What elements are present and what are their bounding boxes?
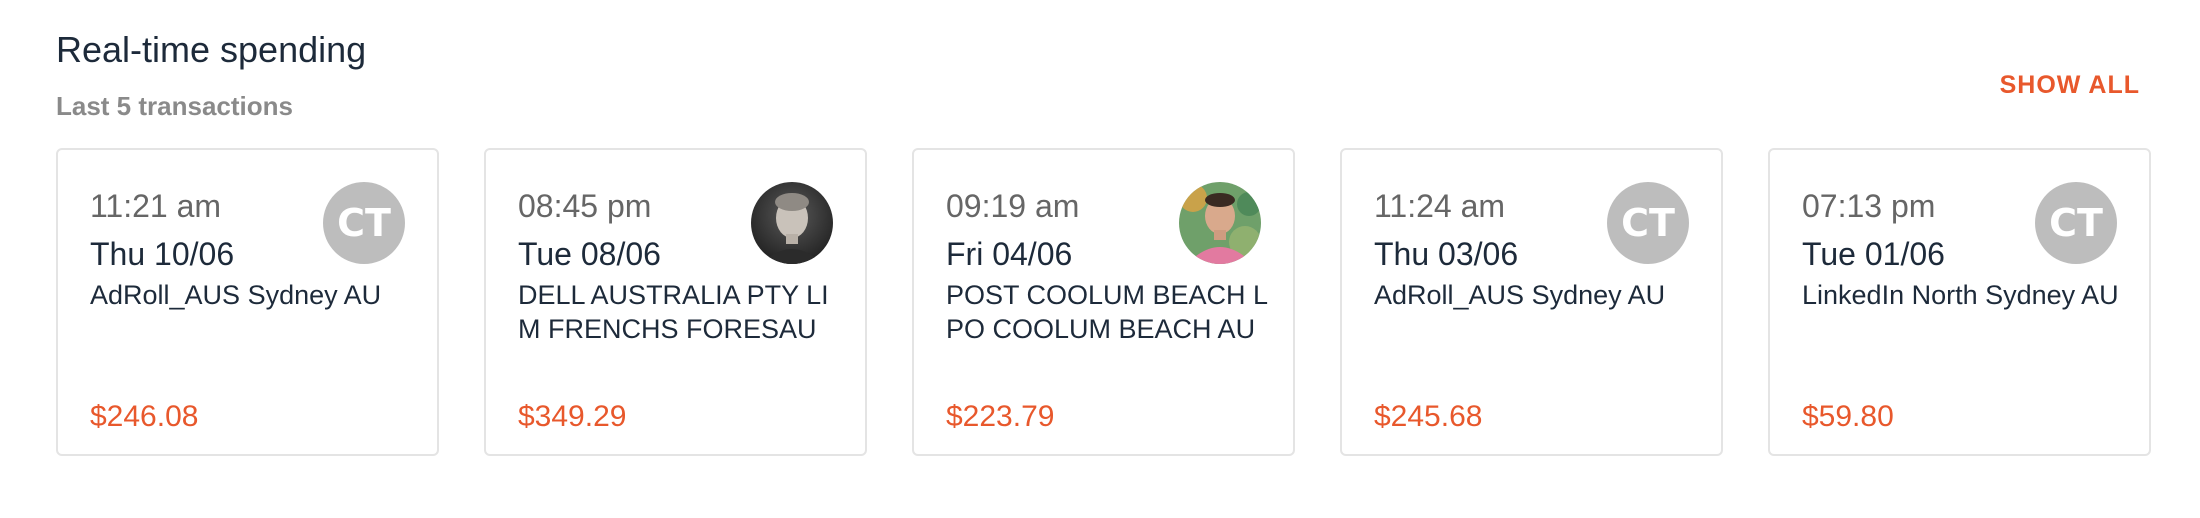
widget-subtitle: Last 5 transactions	[56, 91, 293, 121]
transaction-merchant: DELL AUSTRALIA PTY LIM FRENCHS FORESAU	[518, 280, 829, 344]
transaction-amount: $349.29	[518, 400, 627, 433]
transaction-card[interactable]: 11:21 am Thu 10/06 AdRoll_AUS Sydney AU …	[56, 148, 439, 456]
transaction-date: Tue 08/06	[518, 236, 661, 272]
widget-title: Real-time spending	[56, 29, 367, 70]
transaction-amount: $223.79	[946, 400, 1055, 433]
avatar-initials: CT	[2049, 201, 2103, 245]
transaction-time: 07:13 pm	[1802, 188, 1936, 224]
transaction-date: Thu 10/06	[90, 236, 235, 272]
transaction-merchant: AdRoll_AUS Sydney AU	[1374, 280, 1666, 310]
transaction-card[interactable]: 08:45 pm Tue 08/06 DELL AUSTRALIA PTY LI…	[484, 148, 867, 456]
transaction-time: 09:19 am	[946, 188, 1080, 224]
realtime-spending-widget: Real-time spending Last 5 transactions S…	[0, 0, 2200, 518]
show-all-link[interactable]: SHOW ALL	[2000, 68, 2140, 102]
person-photo-icon	[751, 182, 833, 264]
transaction-merchant: LinkedIn North Sydney AU	[1802, 280, 2119, 310]
transaction-time: 11:24 am	[1374, 188, 1506, 224]
avatar	[751, 182, 833, 264]
transaction-card[interactable]: 11:24 am Thu 03/06 AdRoll_AUS Sydney AU …	[1340, 148, 1723, 456]
transaction-card[interactable]: 09:19 am Fri 04/06 POST COOLUM BEACH LPO…	[912, 148, 1295, 456]
transaction-card[interactable]: 07:13 pm Tue 01/06 LinkedIn North Sydney…	[1768, 148, 2151, 456]
avatar: CT	[323, 182, 405, 264]
avatar: CT	[2035, 182, 2117, 264]
avatar: CT	[1607, 182, 1689, 264]
transaction-amount: $59.80	[1802, 400, 1894, 433]
avatar-initials: CT	[1621, 201, 1675, 245]
avatar	[1179, 182, 1261, 264]
transaction-amount: $246.08	[90, 400, 199, 433]
transaction-merchant: POST COOLUM BEACH LPO COOLUM BEACH AU	[946, 280, 1269, 344]
person-photo-icon	[1179, 182, 1261, 264]
avatar-initials: CT	[337, 201, 391, 245]
transaction-amount: $245.68	[1374, 400, 1483, 433]
transaction-time: 08:45 pm	[518, 188, 652, 224]
transaction-list: 11:21 am Thu 10/06 AdRoll_AUS Sydney AU …	[56, 148, 2151, 456]
transaction-date: Fri 04/06	[946, 236, 1073, 272]
transaction-date: Tue 01/06	[1802, 236, 1945, 272]
transaction-date: Thu 03/06	[1374, 236, 1519, 272]
transaction-merchant: AdRoll_AUS Sydney AU	[90, 280, 382, 310]
transaction-time: 11:21 am	[90, 188, 222, 224]
